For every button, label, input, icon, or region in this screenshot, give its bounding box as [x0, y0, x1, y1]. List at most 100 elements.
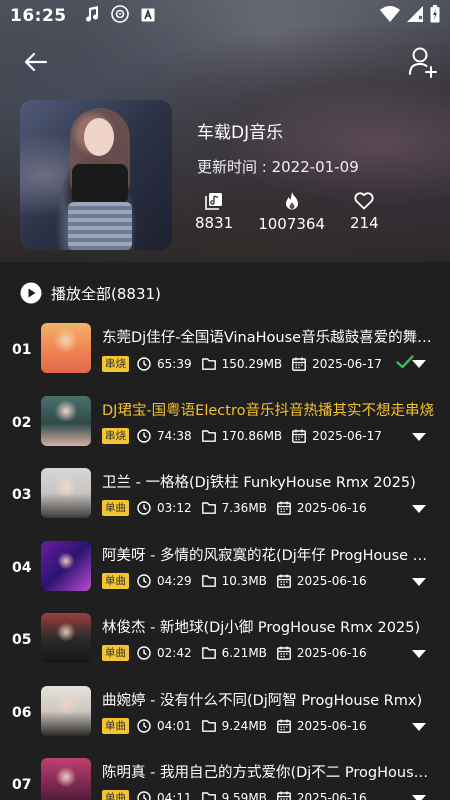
- chevron-down-icon[interactable]: [412, 505, 426, 513]
- song-row[interactable]: 06 曲婉婷 - 没有什么不同(Dj阿智 ProgHouse Rmx) 单曲 0…: [0, 675, 450, 748]
- song-file-size: 7.36MB: [221, 501, 267, 515]
- calendar-icon: [277, 719, 291, 733]
- heart-icon: [354, 192, 374, 210]
- song-index: 07: [12, 777, 32, 793]
- stat-likes[interactable]: 214: [350, 192, 379, 233]
- clock-icon: [137, 573, 151, 588]
- calendar-icon: [277, 574, 291, 588]
- folder-icon: [201, 647, 216, 659]
- song-title: 曲婉婷 - 没有什么不同(Dj阿智 ProgHouse Rmx): [102, 692, 423, 709]
- song-row[interactable]: 03 卫兰 - 一格格(Dj铁柱 FunkyHouse Rmx 2025) 单曲…: [0, 457, 450, 530]
- song-row[interactable]: 04 阿美呀 - 多情的风寂寞的花(Dj年仔 ProgHouse Rmx) 单曲…: [0, 530, 450, 603]
- calendar-icon: [292, 429, 307, 443]
- song-file-size: 150.29MB: [221, 356, 283, 371]
- stat-songs: 8831: [195, 192, 233, 233]
- song-duration: 04:29: [157, 573, 192, 588]
- song-date: 2025-06-16: [296, 501, 367, 515]
- stat-plays-count: 1007364: [258, 215, 325, 233]
- song-index: 06: [12, 704, 32, 721]
- album-updated-time: 更新时间 : 2022-01-09: [197, 158, 359, 176]
- clock-icon: [137, 356, 151, 371]
- stat-likes-count: 214: [350, 214, 379, 232]
- song-file-size: 6.21MB: [221, 646, 267, 660]
- music-note-icon: [85, 6, 99, 26]
- song-row[interactable]: 02 DJ珺宝-国粤语Electro音乐抖音热播其实不想走串烧 串烧 74:38…: [0, 385, 450, 458]
- song-index: 05: [12, 632, 32, 648]
- folder-icon: [201, 357, 216, 370]
- back-button[interactable]: [22, 48, 50, 76]
- music-library-icon: [205, 193, 223, 210]
- battery-charging-icon: [430, 5, 440, 27]
- calendar-icon: [277, 646, 291, 660]
- song-file-size: 10.3MB: [221, 573, 267, 588]
- calendar-icon: [277, 791, 291, 800]
- chevron-down-icon[interactable]: [412, 650, 426, 658]
- song-meta: 单曲 02:42 6.21MB 2025-06-16: [102, 645, 377, 661]
- song-thumbnail: [41, 540, 91, 591]
- song-date: 2025-06-17: [312, 428, 382, 443]
- clock-icon: [137, 646, 151, 660]
- song-duration: 65:39: [157, 356, 192, 371]
- status-time: 16:25: [10, 6, 67, 26]
- song-type-badge: 单曲: [102, 790, 129, 800]
- chevron-down-icon[interactable]: [412, 722, 426, 731]
- play-all-button[interactable]: 播放全部(8831): [20, 282, 161, 304]
- song-index: 02: [12, 414, 32, 431]
- song-type-badge: 串烧: [102, 355, 129, 372]
- song-type-badge: 串烧: [102, 427, 129, 444]
- chevron-down-icon[interactable]: [412, 577, 426, 586]
- folder-icon: [201, 574, 216, 587]
- song-index: 01: [12, 342, 32, 358]
- song-index: 04: [12, 559, 32, 576]
- chevron-down-icon[interactable]: [412, 360, 426, 368]
- song-type-badge: 单曲: [102, 572, 129, 589]
- song-thumbnail: [41, 613, 91, 663]
- stat-plays: 1007364: [258, 192, 325, 233]
- song-list: 01 东莞Dj佳仔-全国语VinaHouse音乐越鼓喜爱的舞曲串烧 串烧 65:…: [0, 312, 450, 800]
- song-title: DJ珺宝-国粤语Electro音乐抖音热播其实不想走串烧: [102, 402, 434, 419]
- song-meta: 单曲 04:01 9.24MB 2025-06-16: [102, 717, 377, 734]
- song-title: 阿美呀 - 多情的风寂寞的花(Dj年仔 ProgHouse Rmx): [102, 547, 437, 564]
- song-file-size: 9.24MB: [221, 718, 267, 733]
- play-all-label: 播放全部(8831): [51, 284, 161, 303]
- song-title: 陈明真 - 我用自己的方式爱你(Dj不二 ProgHouse Rmx): [102, 765, 437, 781]
- song-date: 2025-06-16: [296, 646, 367, 660]
- folder-icon: [201, 502, 216, 514]
- clock-icon: [137, 718, 151, 733]
- signal-icon: [407, 6, 423, 26]
- song-meta: 单曲 03:12 7.36MB 2025-06-16: [102, 500, 377, 516]
- font-a-icon: [141, 7, 155, 26]
- song-thumbnail: [41, 758, 91, 800]
- disc-icon: [110, 5, 129, 27]
- song-date: 2025-06-17: [312, 356, 382, 371]
- folder-icon: [201, 429, 216, 442]
- song-duration: 03:12: [157, 501, 192, 515]
- chevron-down-icon[interactable]: [412, 795, 426, 800]
- calendar-icon: [277, 501, 291, 515]
- folder-icon: [201, 719, 216, 732]
- song-type-badge: 单曲: [102, 717, 129, 734]
- clock-icon: [137, 501, 151, 515]
- stat-songs-count: 8831: [195, 214, 234, 232]
- song-meta: 串烧 74:38 170.86MB 2025-06-17: [102, 427, 392, 444]
- folder-icon: [201, 792, 216, 800]
- chevron-down-icon[interactable]: [412, 432, 426, 441]
- song-type-badge: 单曲: [102, 645, 129, 661]
- song-title: 林俊杰 - 新地球(Dj小御 ProgHouse Rmx 2025): [102, 620, 421, 636]
- album-stats: 8831 1007364 214: [195, 192, 404, 233]
- wifi-icon: [380, 6, 400, 26]
- song-file-size: 9.59MB: [221, 791, 267, 800]
- song-row[interactable]: 07 陈明真 - 我用自己的方式爱你(Dj不二 ProgHouse Rmx) 单…: [0, 747, 450, 800]
- song-title: 卫兰 - 一格格(Dj铁柱 FunkyHouse Rmx 2025): [102, 475, 416, 491]
- song-row[interactable]: 01 东莞Dj佳仔-全国语VinaHouse音乐越鼓喜爱的舞曲串烧 串烧 65:…: [0, 312, 450, 385]
- song-row[interactable]: 05 林俊杰 - 新地球(Dj小御 ProgHouse Rmx 2025) 单曲…: [0, 602, 450, 675]
- add-user-button[interactable]: [408, 46, 438, 78]
- status-bar: 16:25: [0, 0, 450, 32]
- album-title: 车载DJ音乐: [197, 123, 284, 143]
- album-cover-image: [20, 100, 172, 250]
- song-meta: 单曲 04:29 10.3MB 2025-06-16: [102, 572, 377, 589]
- song-thumbnail: [41, 395, 91, 446]
- arrow-left-icon: [24, 52, 48, 72]
- fire-icon: [285, 192, 298, 210]
- clock-icon: [137, 428, 151, 443]
